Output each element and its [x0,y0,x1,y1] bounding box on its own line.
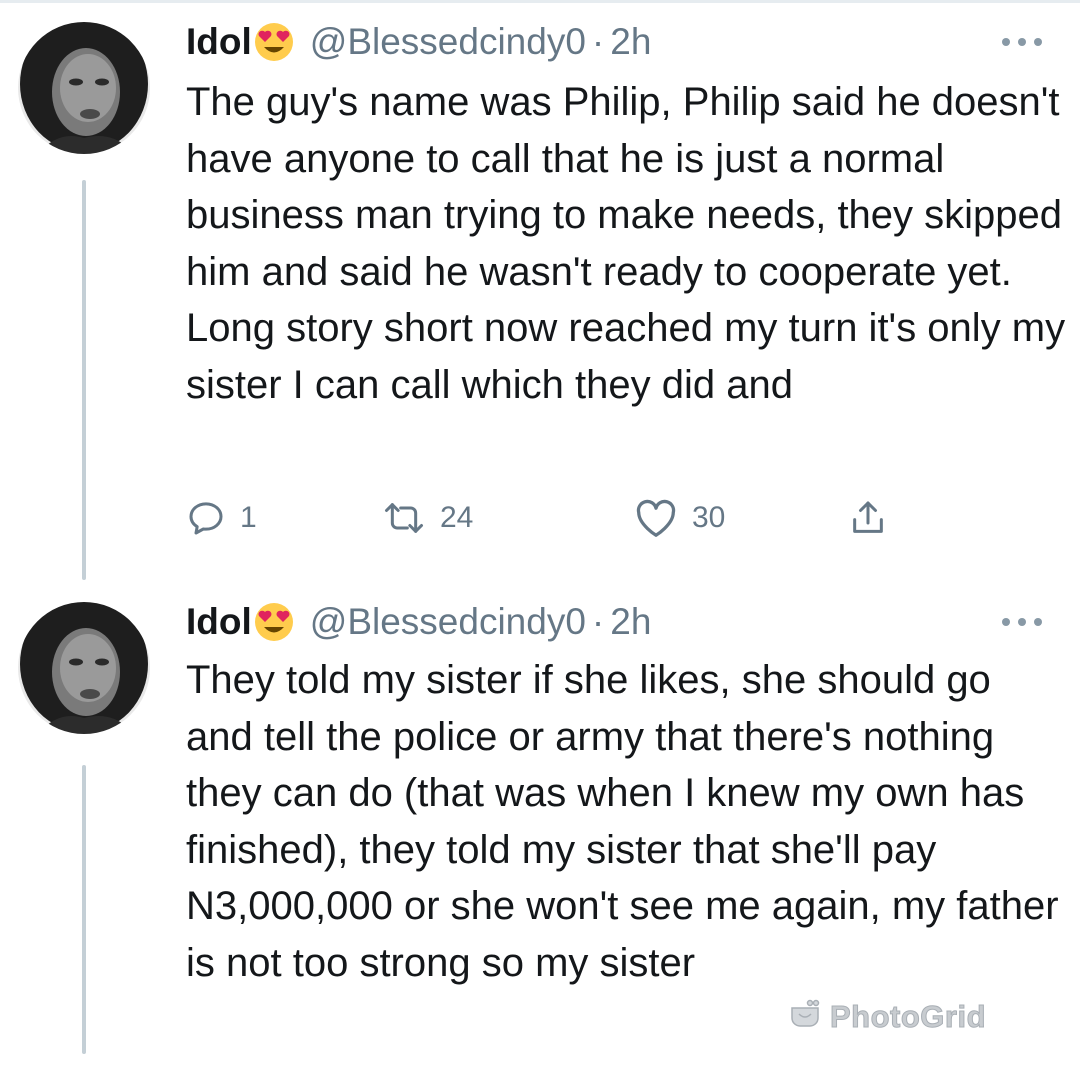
more-options-icon[interactable] [1002,616,1042,628]
separator-dot: · [591,601,605,642]
photogrid-logo-icon [788,998,830,1036]
avatar[interactable] [18,22,150,154]
like-count: 30 [692,501,726,534]
reply-button[interactable]: 1 [186,490,257,546]
tweet-text: The guy's name was Philip, Philip said h… [186,80,1066,407]
reply-icon [186,498,226,538]
tweet-header: Idol @Blessedcindy0 · 2h [186,18,651,66]
like-icon [634,498,678,538]
retweet-count: 24 [440,501,474,534]
tweet-header: Idol @Blessedcindy0 · 2h [186,598,651,646]
display-name[interactable]: Idol [186,21,252,63]
separator-dot: · [591,21,605,62]
user-handle[interactable]: @Blessedcindy0 [310,601,586,643]
thread-connector-line [82,765,86,1054]
heart-eyes-emoji-icon [254,22,294,62]
share-button[interactable] [848,490,888,546]
tweet-actions: 1 24 30 [186,490,906,546]
thread-connector-line [82,180,86,580]
like-button[interactable]: 30 [634,490,725,546]
photogrid-watermark: PhotoGrid [788,998,986,1036]
user-handle[interactable]: @Blessedcindy0 [310,21,586,63]
avatar[interactable] [18,602,150,734]
reply-count: 1 [240,501,257,534]
tweet-text: They told my sister if she likes, she sh… [186,658,1059,985]
share-icon [848,498,888,538]
tweet[interactable]: Idol @Blessedcindy0 · 2h The guy's name … [0,0,1080,580]
retweet-icon [382,498,426,538]
display-name[interactable]: Idol [186,601,252,643]
heart-eyes-emoji-icon [254,602,294,642]
more-options-icon[interactable] [1002,36,1042,48]
timestamp[interactable]: 2h [610,601,651,643]
watermark-label: PhotoGrid [829,999,987,1035]
retweet-button[interactable]: 24 [382,490,473,546]
timestamp[interactable]: 2h [610,21,651,63]
